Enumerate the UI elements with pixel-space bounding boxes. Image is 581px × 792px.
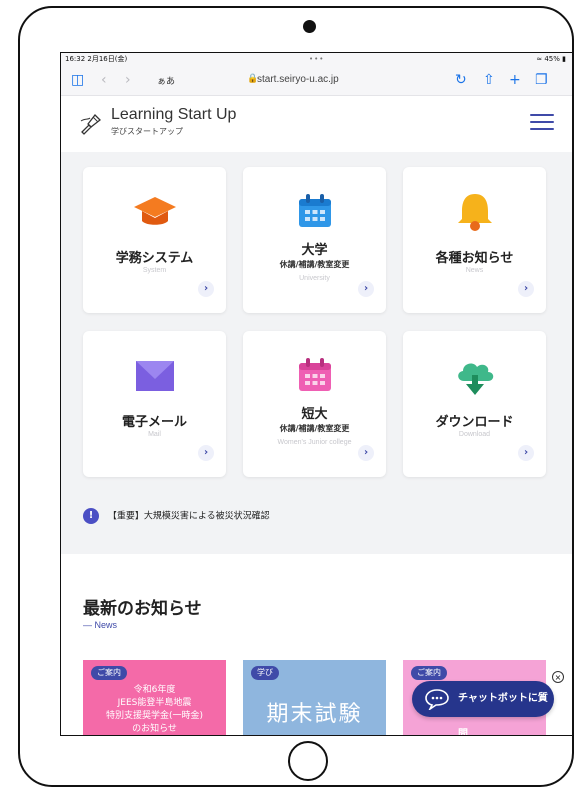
status-bar: 16:32 2月16日(金) ••• ≈ 45% ▮ [61, 53, 572, 65]
close-icon[interactable]: × [552, 671, 564, 683]
tile-subtitle: 休講/補講/教室変更 [279, 260, 350, 269]
tabs-icon[interactable]: ❐ [535, 72, 548, 88]
news-card[interactable]: ご案内 令和6年度 JEES能登半島地震 特別支援奨学金(一時金) のお知らせ [83, 660, 226, 735]
graduation-cap-icon [133, 197, 176, 225]
mail-icon [135, 361, 174, 391]
back-icon[interactable]: ‹ [101, 72, 107, 88]
tile-english: News [465, 267, 484, 274]
site-subtitle: 学びスタートアップ [111, 127, 183, 136]
wifi-icon: ≈ [536, 55, 543, 63]
tile-title: 各種お知らせ [435, 251, 514, 266]
battery-icon: ▮ [562, 55, 566, 63]
site-title[interactable]: Learning Start Up [111, 106, 236, 124]
site-header: Learning Start Up 学びスタートアップ [61, 96, 572, 152]
tile-title: 大学 [301, 243, 328, 258]
menu-line [530, 121, 554, 123]
tile-news[interactable]: 各種お知らせ News › [403, 167, 546, 313]
calendar-icon [298, 194, 331, 227]
new-tab-icon[interactable]: + [509, 72, 521, 88]
tile-academic-system[interactable]: 学務システム System › [83, 167, 226, 313]
card-text: 令和6年度 JEES能登半島地震 特別支援奨学金(一時金) のお知らせ [83, 684, 226, 735]
card-headline: 期末試験 [266, 702, 363, 727]
category-badge: 学び [251, 666, 279, 680]
bell-icon [457, 194, 492, 231]
chatbot-button[interactable]: チャットボットに質問 [412, 681, 554, 735]
browser-toolbar: ◫ ‹ › ぁあ 🔒 start.seiryo-u.ac.jp ↻ ⇧ + ❐ [61, 65, 572, 96]
chevron-right-icon[interactable]: › [358, 445, 374, 461]
tile-title: 電子メール [121, 415, 187, 430]
alert-text: 【重要】大規模災害による被災状況確認 [107, 511, 270, 522]
menu-line [530, 114, 554, 116]
chevron-right-icon[interactable]: › [198, 445, 214, 461]
battery-percent: 45% [544, 55, 560, 63]
cloud-download-icon [457, 363, 493, 395]
chevron-right-icon[interactable]: › [358, 281, 374, 297]
text-size-button[interactable]: ぁあ [157, 74, 175, 87]
tile-title: ダウンロード [435, 415, 514, 430]
address-bar[interactable]: start.seiryo-u.ac.jp [257, 74, 339, 85]
tile-subtitle: 休講/補講/教室変更 [279, 424, 350, 433]
logo-icon[interactable] [79, 112, 103, 136]
home-button[interactable] [288, 741, 328, 781]
category-badge: ご案内 [411, 666, 447, 680]
category-badge: ご案内 [91, 666, 127, 680]
status-time: 16:32 2月16日(金) [65, 55, 128, 63]
card-line: 令和6年度 [133, 685, 176, 695]
sidebar-icon[interactable]: ◫ [71, 72, 84, 88]
tile-email[interactable]: 電子メール Mail › [83, 331, 226, 477]
tile-english: Mail [148, 431, 161, 438]
tile-junior-college[interactable]: 短大 休講/補講/教室変更 Women's Junior college › [243, 331, 386, 477]
menu-line [530, 128, 554, 130]
tile-english: System [142, 267, 167, 274]
screen: 16:32 2月16日(金) ••• ≈ 45% ▮ ◫ ‹ › ぁあ 🔒 st… [60, 52, 573, 736]
news-heading: 最新のお知らせ [83, 599, 202, 619]
front-camera [303, 20, 316, 33]
share-icon[interactable]: ⇧ [483, 72, 495, 88]
tile-university[interactable]: 大学 休講/補講/教室変更 University › [243, 167, 386, 313]
battery-indicator: ≈ 45% ▮ [536, 53, 566, 65]
news-card[interactable]: 学び 期末試験 [243, 660, 386, 735]
important-alert-link[interactable]: ! 【重要】大規模災害による被災状況確認 [83, 508, 270, 524]
card-line: JEES能登半島地震 [117, 698, 192, 708]
multitask-dots[interactable]: ••• [309, 53, 324, 65]
reload-icon[interactable]: ↻ [455, 72, 467, 88]
chevron-right-icon[interactable]: › [518, 445, 534, 461]
tile-english: Download [458, 431, 491, 438]
forward-icon[interactable]: › [125, 72, 131, 88]
chevron-right-icon[interactable]: › [198, 281, 214, 297]
tile-title: 短大 [301, 407, 328, 422]
hamburger-menu-button[interactable] [530, 114, 554, 132]
tile-download[interactable]: ダウンロード Download › [403, 331, 546, 477]
chevron-right-icon[interactable]: › [518, 281, 534, 297]
calendar-icon [298, 358, 331, 391]
tile-title: 学務システム [115, 251, 194, 266]
card-line: 特別支援奨学金(一時金) [105, 711, 204, 721]
alert-icon: ! [83, 508, 99, 524]
card-line: のお知らせ [132, 724, 177, 734]
chat-bubble-icon [425, 689, 449, 710]
news-subheading: — News [83, 620, 118, 630]
